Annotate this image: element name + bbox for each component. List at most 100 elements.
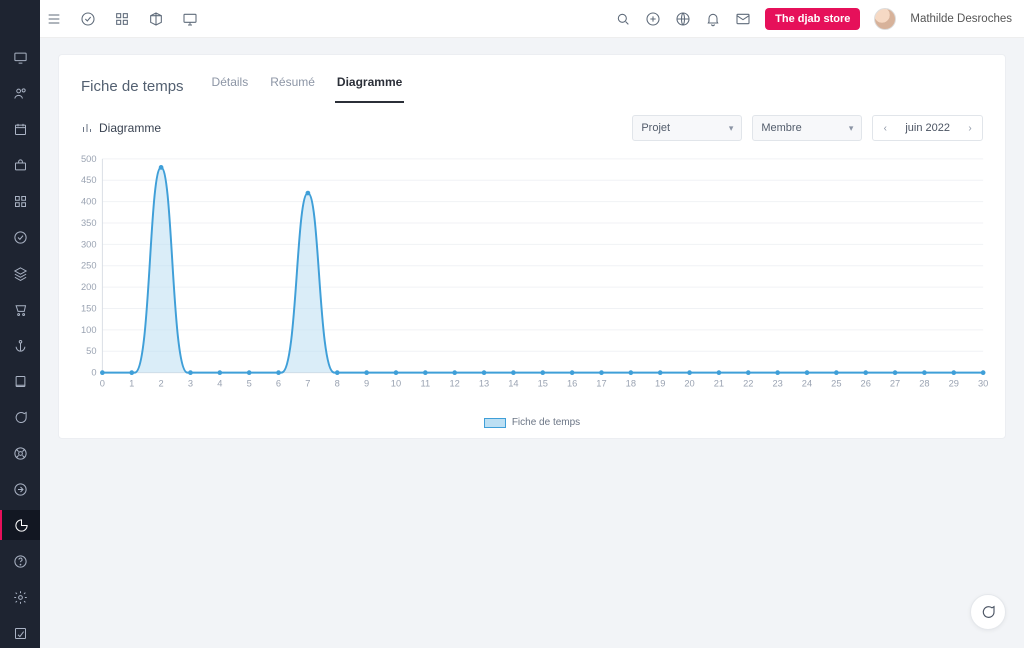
svg-text:150: 150 xyxy=(81,303,97,313)
svg-text:300: 300 xyxy=(81,239,97,249)
legend-swatch xyxy=(484,418,506,428)
svg-text:25: 25 xyxy=(831,378,841,388)
sidebar-item-help[interactable] xyxy=(0,546,40,576)
svg-text:500: 500 xyxy=(81,154,97,164)
svg-text:29: 29 xyxy=(949,378,959,388)
svg-text:22: 22 xyxy=(743,378,753,388)
svg-text:450: 450 xyxy=(81,175,97,185)
topbar: The djab store Mathilde Desroches xyxy=(0,0,1024,38)
card-header: Fiche de temps Détails Résumé Diagramme xyxy=(59,55,1005,103)
avatar[interactable] xyxy=(874,8,896,30)
sidebar-item-grid[interactable] xyxy=(0,186,40,216)
chat-fab[interactable] xyxy=(970,594,1006,630)
mail-icon[interactable] xyxy=(735,11,751,27)
svg-text:26: 26 xyxy=(861,378,871,388)
svg-text:27: 27 xyxy=(890,378,900,388)
user-name: Mathilde Desroches xyxy=(910,13,1012,25)
svg-text:28: 28 xyxy=(919,378,929,388)
chevron-down-icon: ▾ xyxy=(849,123,854,134)
sidebar-item-edit[interactable] xyxy=(0,618,40,648)
section-header: Diagramme Projet ▾ Membre ▾ ‹ juin 2022 … xyxy=(59,103,1005,147)
sidebar-item-calendar[interactable] xyxy=(0,114,40,144)
sidebar-item-settings[interactable] xyxy=(0,582,40,612)
tab-summary[interactable]: Résumé xyxy=(268,69,317,103)
menu-icon[interactable] xyxy=(46,11,62,27)
svg-text:350: 350 xyxy=(81,218,97,228)
sidebar-item-users[interactable] xyxy=(0,78,40,108)
member-dropdown-label: Membre xyxy=(761,122,801,134)
svg-text:15: 15 xyxy=(538,378,548,388)
tab-details[interactable]: Détails xyxy=(210,69,251,103)
svg-text:14: 14 xyxy=(508,378,518,388)
svg-text:5: 5 xyxy=(247,378,252,388)
svg-text:6: 6 xyxy=(276,378,281,388)
next-month-button[interactable]: › xyxy=(958,116,982,140)
chevron-down-icon: ▾ xyxy=(729,123,734,134)
svg-text:400: 400 xyxy=(81,197,97,207)
chart-controls: Projet ▾ Membre ▾ ‹ juin 2022 › xyxy=(632,115,983,141)
tab-diagram[interactable]: Diagramme xyxy=(335,69,404,103)
svg-text:17: 17 xyxy=(596,378,606,388)
sidebar-item-layers[interactable] xyxy=(0,258,40,288)
svg-text:8: 8 xyxy=(335,378,340,388)
search-icon[interactable] xyxy=(615,11,631,27)
month-label: juin 2022 xyxy=(897,122,958,134)
svg-text:2: 2 xyxy=(159,378,164,388)
svg-text:23: 23 xyxy=(772,378,782,388)
package-icon[interactable] xyxy=(148,11,164,27)
svg-text:9: 9 xyxy=(364,378,369,388)
sidebar-item-chat[interactable] xyxy=(0,402,40,432)
prev-month-button[interactable]: ‹ xyxy=(873,116,897,140)
sidebar-item-tasks[interactable] xyxy=(0,222,40,252)
month-navigator: ‹ juin 2022 › xyxy=(872,115,983,141)
svg-text:16: 16 xyxy=(567,378,577,388)
sidebar-item-anchor[interactable] xyxy=(0,330,40,360)
sidebar-item-cart[interactable] xyxy=(0,294,40,324)
svg-text:250: 250 xyxy=(81,261,97,271)
sidebar-item-book[interactable] xyxy=(0,366,40,396)
main-card: Fiche de temps Détails Résumé Diagramme … xyxy=(58,54,1006,439)
bar-chart-icon xyxy=(81,122,93,134)
project-dropdown[interactable]: Projet ▾ xyxy=(632,115,742,141)
svg-text:3: 3 xyxy=(188,378,193,388)
svg-text:50: 50 xyxy=(86,346,96,356)
store-button[interactable]: The djab store xyxy=(765,8,860,30)
svg-text:7: 7 xyxy=(305,378,310,388)
sidebar xyxy=(0,0,40,648)
svg-text:0: 0 xyxy=(100,378,105,388)
svg-text:13: 13 xyxy=(479,378,489,388)
check-circle-icon[interactable] xyxy=(80,11,96,27)
sidebar-item-logout[interactable] xyxy=(0,474,40,504)
svg-text:19: 19 xyxy=(655,378,665,388)
svg-text:21: 21 xyxy=(714,378,724,388)
chart-svg: 0501001502002503003504004505000123456789… xyxy=(71,151,993,396)
section-label: Diagramme xyxy=(99,121,161,135)
svg-text:30: 30 xyxy=(978,378,988,388)
bell-icon[interactable] xyxy=(705,11,721,27)
svg-text:10: 10 xyxy=(391,378,401,388)
topbar-left xyxy=(46,11,198,27)
globe-icon[interactable] xyxy=(675,11,691,27)
svg-text:200: 200 xyxy=(81,282,97,292)
tabs: Détails Résumé Diagramme xyxy=(210,69,405,103)
sidebar-item-support[interactable] xyxy=(0,438,40,468)
svg-text:4: 4 xyxy=(217,378,222,388)
member-dropdown[interactable]: Membre ▾ xyxy=(752,115,862,141)
project-dropdown-label: Projet xyxy=(641,122,670,134)
legend-label: Fiche de temps xyxy=(512,417,580,428)
svg-text:11: 11 xyxy=(421,378,431,388)
svg-text:20: 20 xyxy=(684,378,694,388)
chart-legend: Fiche de temps xyxy=(59,417,1005,438)
svg-text:1: 1 xyxy=(129,378,134,388)
sidebar-item-dashboard[interactable] xyxy=(0,42,40,72)
plus-circle-icon[interactable] xyxy=(645,11,661,27)
sidebar-item-briefcase[interactable] xyxy=(0,150,40,180)
topbar-right: The djab store Mathilde Desroches xyxy=(615,8,1012,30)
svg-text:24: 24 xyxy=(802,378,812,388)
apps-grid-icon[interactable] xyxy=(114,11,130,27)
svg-text:18: 18 xyxy=(626,378,636,388)
svg-text:12: 12 xyxy=(450,378,460,388)
monitor-icon[interactable] xyxy=(182,11,198,27)
chart: 0501001502002503003504004505000123456789… xyxy=(71,151,993,401)
sidebar-item-reports[interactable] xyxy=(0,510,40,540)
